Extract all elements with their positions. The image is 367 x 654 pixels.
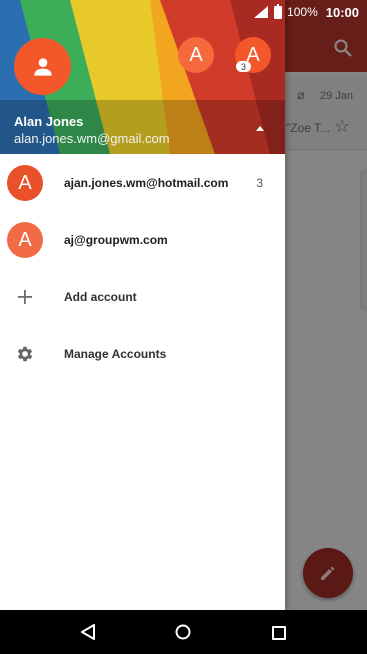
clock: 10:00	[325, 4, 359, 20]
avatar-letter: A	[189, 43, 203, 66]
person-icon	[33, 57, 52, 76]
account-avatar-small: A	[7, 222, 43, 258]
avatar-letter: A	[18, 228, 32, 251]
battery-percent: 100%	[287, 5, 318, 19]
recents-icon[interactable]	[272, 626, 286, 640]
account-name: Alan Jones	[14, 114, 84, 129]
avatar-letter: A	[18, 171, 32, 194]
manage-accounts-button[interactable]: Manage Accounts	[0, 326, 285, 382]
home-icon[interactable]	[175, 624, 191, 640]
plus-icon	[18, 290, 32, 304]
unread-badge: 3	[236, 61, 251, 72]
status-bar: 100% 10:00	[0, 0, 367, 24]
account-avatar-small: A	[7, 165, 43, 201]
back-icon[interactable]	[80, 624, 96, 640]
account-email-label: ajan.jones.wm@hotmail.com	[64, 176, 229, 190]
account-item[interactable]: A ajan.jones.wm@hotmail.com 3	[0, 155, 285, 211]
account-avatar[interactable]	[14, 38, 71, 95]
add-account-button[interactable]: Add account	[0, 269, 285, 325]
gear-icon	[17, 346, 33, 362]
unread-count: 3	[256, 176, 263, 190]
manage-accounts-label: Manage Accounts	[64, 347, 167, 361]
account-email-label: aj@groupwm.com	[64, 233, 168, 247]
account-item[interactable]: A aj@groupwm.com	[0, 212, 285, 268]
battery-icon	[274, 3, 283, 19]
account-email: alan.jones.wm@gmail.com	[14, 131, 170, 146]
caret-up-icon[interactable]	[256, 126, 264, 131]
system-nav-bar	[0, 610, 367, 654]
navigation-drawer: A A 3 Alan Jones alan.jones.wm@gmail.com…	[0, 0, 285, 610]
signal-icon	[254, 6, 269, 18]
add-account-label: Add account	[64, 290, 137, 304]
switch-account-avatar[interactable]: A	[178, 37, 214, 73]
